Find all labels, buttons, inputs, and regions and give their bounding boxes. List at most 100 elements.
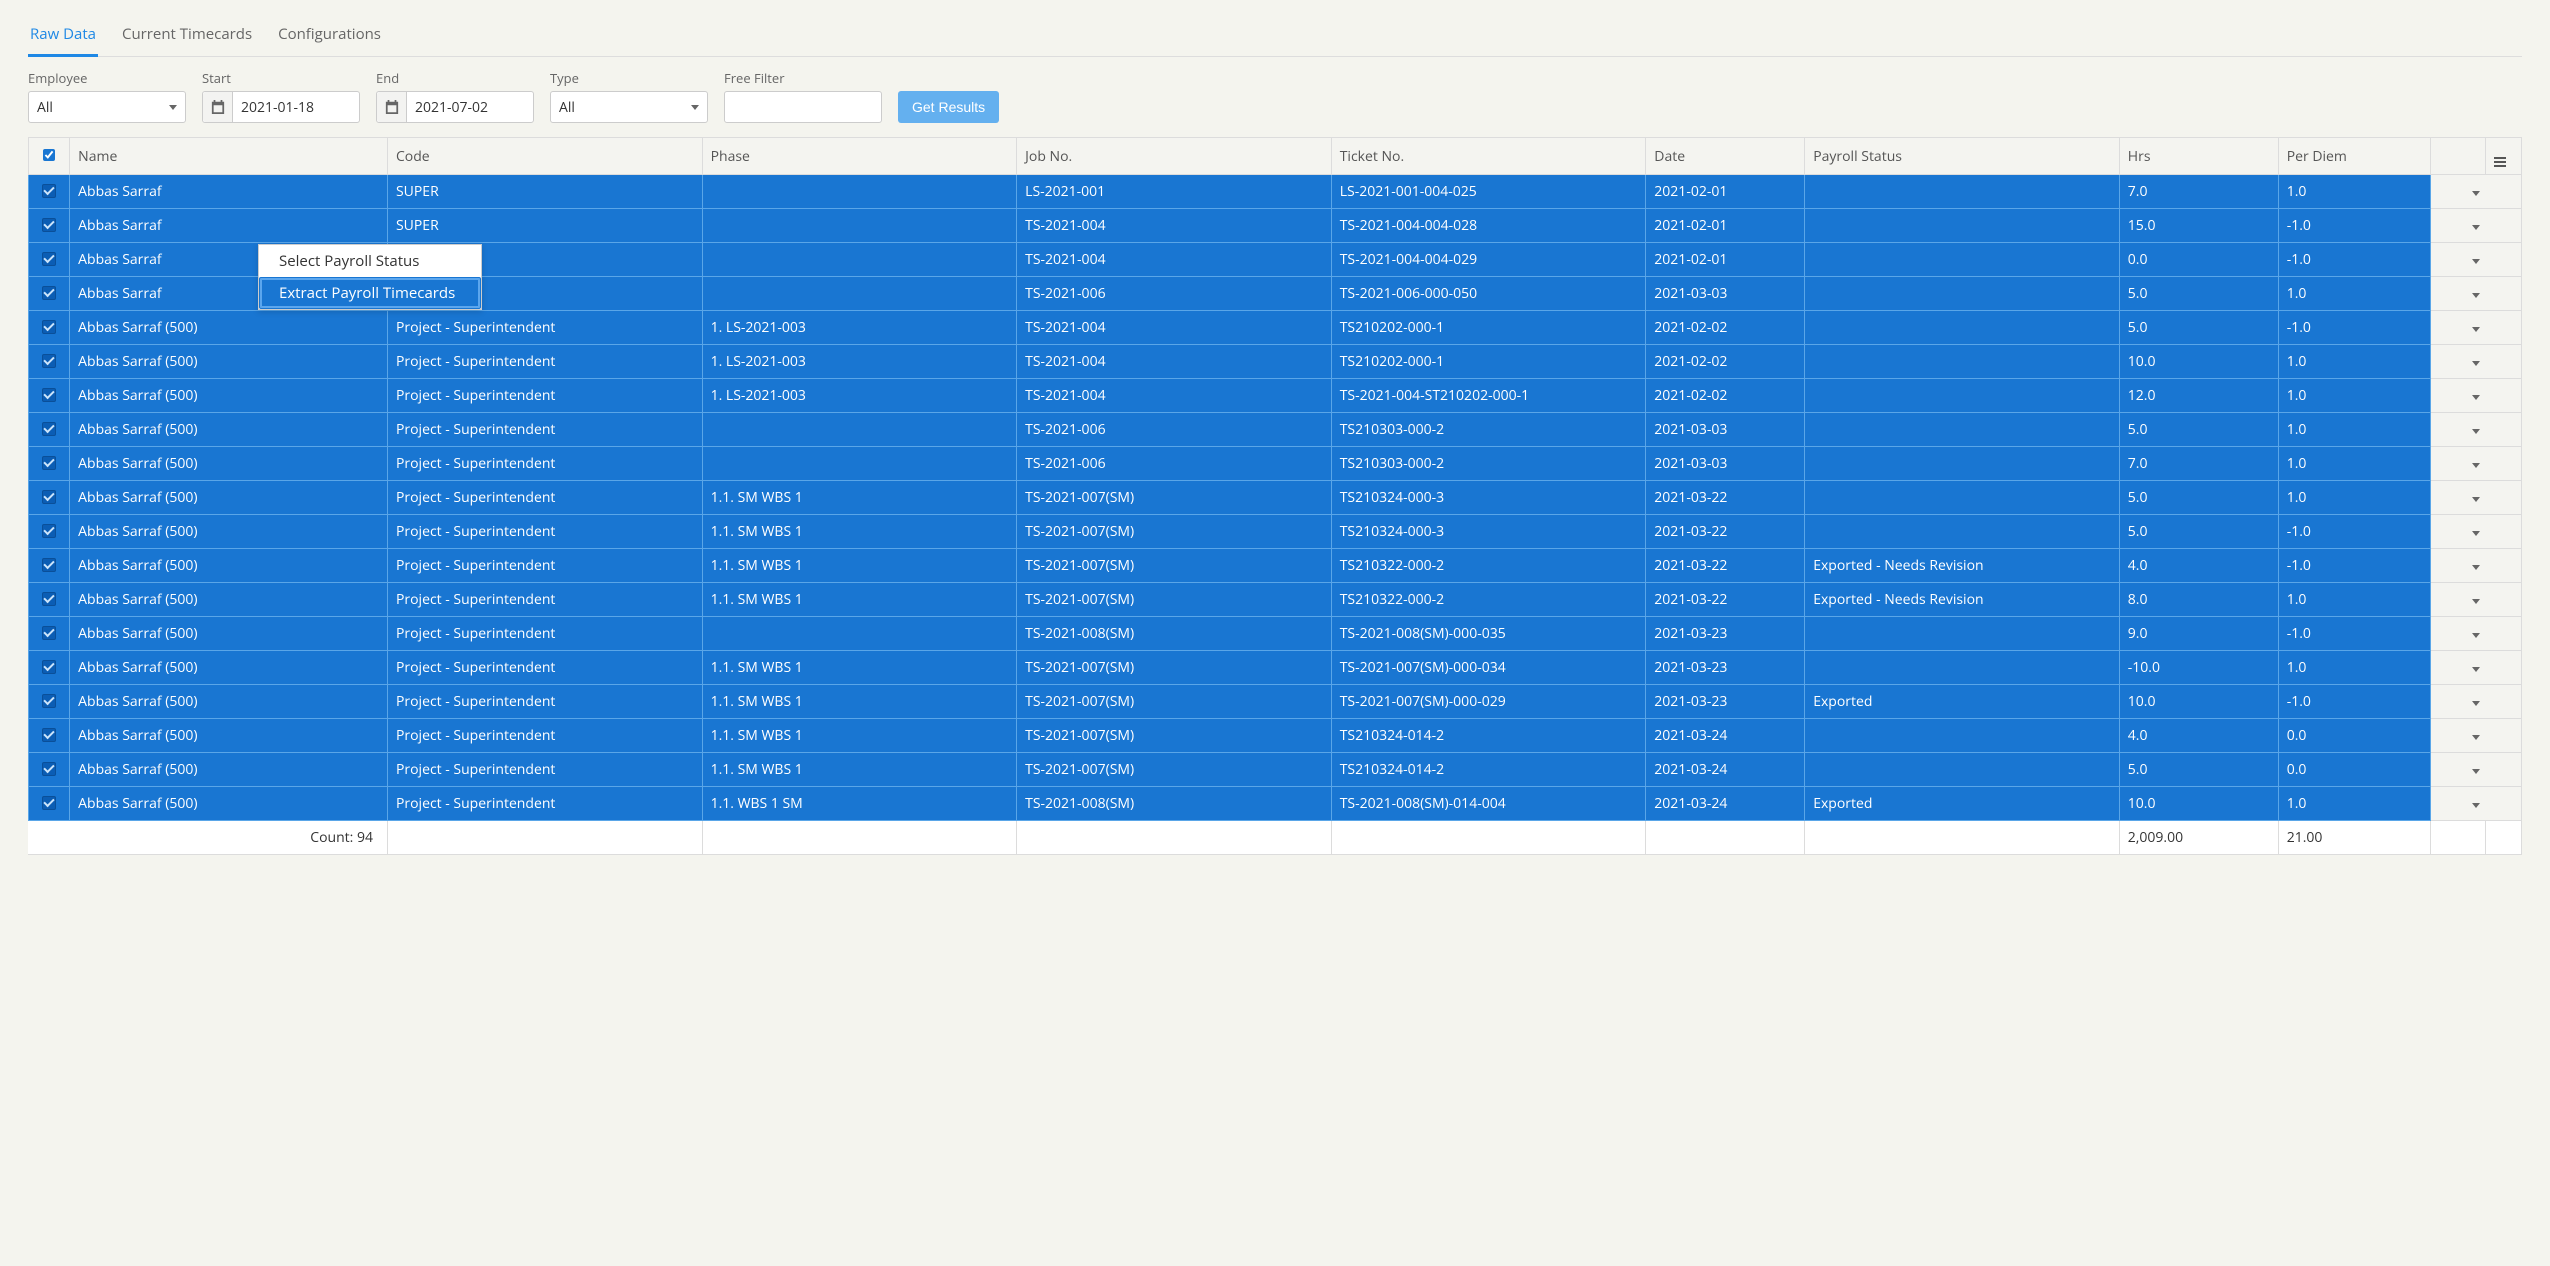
table-row[interactable]: Abbas Sarraf (500)Project - Superintende… — [28, 413, 2522, 447]
row-action-button[interactable] — [2431, 311, 2522, 345]
cell-phase: 1.1. SM WBS 1 — [703, 651, 1018, 685]
row-checkbox[interactable] — [28, 209, 70, 243]
calendar-icon — [377, 92, 407, 122]
type-select[interactable]: All — [550, 91, 708, 123]
row-action-button[interactable] — [2431, 345, 2522, 379]
select-all-checkbox[interactable] — [28, 137, 70, 175]
table-row[interactable]: Abbas Sarraf (500)Project - Superintende… — [28, 345, 2522, 379]
col-ticket[interactable]: Ticket No. — [1332, 137, 1647, 175]
cell-job: TS-2021-007(SM) — [1017, 515, 1332, 549]
table-row[interactable]: Abbas Sarraf (500)Project - Superintende… — [28, 379, 2522, 413]
row-checkbox[interactable] — [28, 583, 70, 617]
col-job[interactable]: Job No. — [1017, 137, 1332, 175]
table-row[interactable]: Abbas Sarraf (500)Project - Superintende… — [28, 617, 2522, 651]
col-name[interactable]: Name — [70, 137, 388, 175]
row-checkbox[interactable] — [28, 549, 70, 583]
chevron-down-icon — [2472, 259, 2480, 264]
table-row[interactable]: Abbas Sarraf (500)Project - Superintende… — [28, 481, 2522, 515]
row-action-button[interactable] — [2431, 583, 2522, 617]
table-row[interactable]: Abbas Sarraf (500)Project - Superintende… — [28, 549, 2522, 583]
start-date-input[interactable]: 2021-01-18 — [202, 91, 360, 123]
row-action-button[interactable] — [2431, 515, 2522, 549]
cell-ticket: TS-2021-007(SM)-000-029 — [1332, 685, 1647, 719]
col-code[interactable]: Code — [388, 137, 703, 175]
table-row[interactable]: Abbas Sarraf (500)Project - Superintende… — [28, 651, 2522, 685]
tab-raw-data[interactable]: Raw Data — [28, 18, 98, 57]
row-action-button[interactable] — [2431, 277, 2522, 311]
table-row[interactable]: Abbas SarrafSUPERTS-2021-004TS-2021-004-… — [28, 209, 2522, 243]
table-row[interactable]: Abbas Sarraf (500)Project - Superintende… — [28, 787, 2522, 821]
menu-select-payroll-status[interactable]: Select Payroll Status — [259, 245, 481, 277]
table-row[interactable]: Abbas Sarraf (500)Project - Superintende… — [28, 447, 2522, 481]
table-row[interactable]: Abbas Sarraf (500)Project - Superintende… — [28, 685, 2522, 719]
cell-date: 2021-03-23 — [1646, 685, 1805, 719]
tab-current-timecards[interactable]: Current Timecards — [120, 18, 254, 56]
cell-ticket: TS210202-000-1 — [1332, 345, 1647, 379]
cell-code: Project - Superintendent — [388, 515, 703, 549]
cell-status: Exported - Needs Revision — [1805, 549, 2120, 583]
row-action-button[interactable] — [2431, 719, 2522, 753]
cell-status — [1805, 719, 2120, 753]
cell-hrs: 5.0 — [2120, 481, 2279, 515]
col-hrs[interactable]: Hrs — [2120, 137, 2279, 175]
cell-name: Abbas Sarraf (500) — [70, 617, 388, 651]
row-action-button[interactable] — [2431, 379, 2522, 413]
row-checkbox[interactable] — [28, 243, 70, 277]
col-status[interactable]: Payroll Status — [1805, 137, 2120, 175]
hamburger-icon — [2494, 157, 2506, 167]
row-action-button[interactable] — [2431, 243, 2522, 277]
row-checkbox[interactable] — [28, 515, 70, 549]
row-action-button[interactable] — [2431, 209, 2522, 243]
get-results-button[interactable]: Get Results — [898, 91, 999, 123]
main-tabs: Raw Data Current Timecards Configuration… — [28, 0, 2522, 57]
table-row[interactable]: Abbas Sarraf (500)Project - Superintende… — [28, 515, 2522, 549]
cell-hrs: 10.0 — [2120, 345, 2279, 379]
row-action-button[interactable] — [2431, 175, 2522, 209]
col-perdiem[interactable]: Per Diem — [2279, 137, 2431, 175]
row-action-button[interactable] — [2431, 617, 2522, 651]
column-menu-button[interactable] — [2486, 137, 2522, 175]
row-action-button[interactable] — [2431, 651, 2522, 685]
row-action-button[interactable] — [2431, 413, 2522, 447]
cell-job: TS-2021-007(SM) — [1017, 583, 1332, 617]
row-checkbox[interactable] — [28, 277, 70, 311]
table-row[interactable]: Abbas Sarraf (500)Project - Superintende… — [28, 311, 2522, 345]
cell-hrs: 12.0 — [2120, 379, 2279, 413]
col-phase[interactable]: Phase — [703, 137, 1018, 175]
row-action-button[interactable] — [2431, 685, 2522, 719]
row-checkbox[interactable] — [28, 753, 70, 787]
row-action-button[interactable] — [2431, 481, 2522, 515]
cell-job: LS-2021-001 — [1017, 175, 1332, 209]
row-checkbox[interactable] — [28, 413, 70, 447]
footer-count: Count: 94 — [28, 821, 388, 855]
end-date-input[interactable]: 2021-07-02 — [376, 91, 534, 123]
table-row[interactable]: Abbas Sarraf (500)Project - Superintende… — [28, 719, 2522, 753]
employee-select[interactable]: All — [28, 91, 186, 123]
row-action-button[interactable] — [2431, 447, 2522, 481]
table-row[interactable]: Abbas Sarraf (500)Project - Superintende… — [28, 583, 2522, 617]
row-checkbox[interactable] — [28, 719, 70, 753]
row-checkbox[interactable] — [28, 787, 70, 821]
row-checkbox[interactable] — [28, 481, 70, 515]
chevron-down-icon — [2472, 599, 2480, 604]
row-checkbox[interactable] — [28, 447, 70, 481]
row-action-button[interactable] — [2431, 549, 2522, 583]
row-checkbox[interactable] — [28, 345, 70, 379]
row-checkbox[interactable] — [28, 617, 70, 651]
free-filter-input[interactable] — [724, 91, 882, 123]
col-date[interactable]: Date — [1646, 137, 1805, 175]
row-checkbox[interactable] — [28, 311, 70, 345]
row-checkbox[interactable] — [28, 379, 70, 413]
row-checkbox[interactable] — [28, 175, 70, 209]
table-row[interactable]: Abbas SarrafSUPERLS-2021-001LS-2021-001-… — [28, 175, 2522, 209]
tab-configurations[interactable]: Configurations — [276, 18, 383, 56]
row-checkbox[interactable] — [28, 685, 70, 719]
end-label: End — [376, 69, 534, 87]
row-checkbox[interactable] — [28, 651, 70, 685]
menu-extract-payroll-timecards[interactable]: Extract Payroll Timecards — [259, 277, 481, 309]
row-action-button[interactable] — [2431, 753, 2522, 787]
table-row[interactable]: Abbas Sarraf (500)Project - Superintende… — [28, 753, 2522, 787]
row-action-button[interactable] — [2431, 787, 2522, 821]
cell-job: TS-2021-007(SM) — [1017, 719, 1332, 753]
cell-ticket: TS210324-000-3 — [1332, 481, 1647, 515]
